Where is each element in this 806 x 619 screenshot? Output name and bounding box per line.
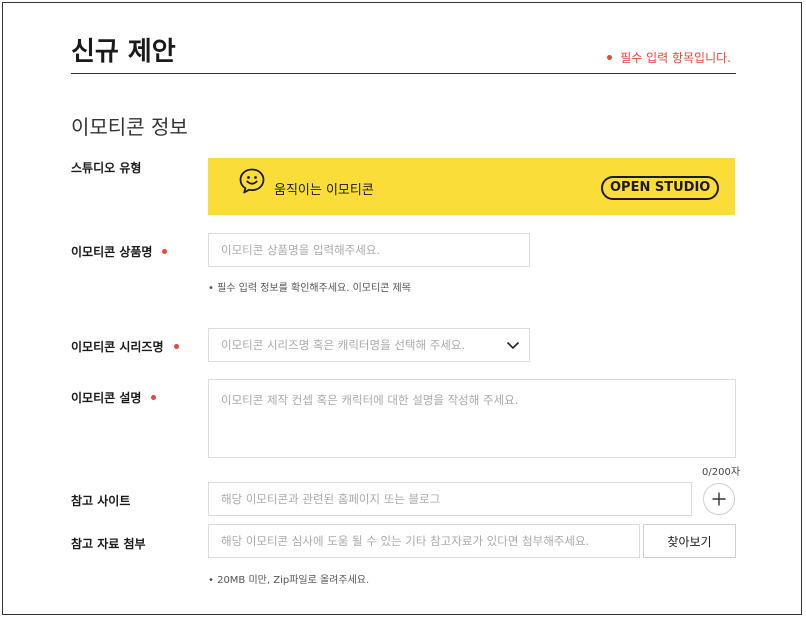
add-site-button[interactable] <box>703 483 735 515</box>
description-textarea[interactable]: 이모티콘 제작 컨셉 혹은 캐릭터에 대한 설명을 작성해 주세요. <box>208 379 736 458</box>
page-title: 신규 제안 <box>71 37 176 67</box>
reference-site-label-text: 참고 사이트 <box>71 494 131 508</box>
studio-type-label: 스튜디오 유형 <box>71 159 141 176</box>
series-name-placeholder: 이모티콘 시리즈명 혹은 캐릭터명을 선택해 주세요. <box>221 338 466 352</box>
smile-speech-icon <box>239 168 265 194</box>
description-placeholder: 이모티콘 제작 컨셉 혹은 캐릭터에 대한 설명을 작성해 주세요. <box>221 393 519 407</box>
attachment-input[interactable]: 해당 이모티콘 심사에 도움 될 수 있는 기타 참고자료가 있다면 첨부해주세… <box>208 524 640 558</box>
description-char-counter: 0/200자 <box>702 467 741 478</box>
studio-type-label-text: 스튜디오 유형 <box>71 161 142 175</box>
series-name-select[interactable]: 이모티콘 시리즈명 혹은 캐릭터명을 선택해 주세요. <box>208 328 530 362</box>
studio-type-option-label: 움직이는 이모티콘 <box>274 183 374 198</box>
required-note: 필수 입력 항목입니다. <box>607 49 731 66</box>
required-dot-icon <box>162 249 168 254</box>
open-studio-badge: OPEN STUDIO <box>601 176 720 200</box>
product-name-label: 이모티콘 상품명 <box>71 243 168 260</box>
attachment-label-text: 참고 자료 첨부 <box>71 537 146 551</box>
product-name-input[interactable]: 이모티콘 상품명을 입력해주세요. <box>208 233 530 267</box>
series-name-label-text: 이모티콘 시리즈명 <box>71 340 164 354</box>
required-dot-icon <box>173 344 179 349</box>
reference-site-placeholder: 해당 이모티콘과 관련된 홈페이지 또는 블로그 <box>221 492 441 506</box>
plus-icon <box>712 492 726 506</box>
reference-site-input[interactable]: 해당 이모티콘과 관련된 홈페이지 또는 블로그 <box>208 482 692 516</box>
series-name-label: 이모티콘 시리즈명 <box>71 338 179 355</box>
studio-type-option[interactable]: 움직이는 이모티콘 OPEN STUDIO <box>208 158 735 215</box>
attachment-helper: • 20MB 미만, Zip파일로 올려주세요. <box>208 575 370 586</box>
title-divider <box>71 73 736 74</box>
reference-site-label: 참고 사이트 <box>71 492 130 509</box>
product-name-helper: • 필수 입력 정보를 확인해주세요. 이모티콘 제목 <box>208 283 411 294</box>
page-frame: 신규 제안 필수 입력 항목입니다. 이모티콘 정보 스튜디오 유형 움직이는 … <box>2 2 802 615</box>
required-dot-icon <box>607 55 613 60</box>
attachment-placeholder: 해당 이모티콘 심사에 도움 될 수 있는 기타 참고자료가 있다면 첨부해주세… <box>221 534 590 548</box>
section-title: 이모티콘 정보 <box>71 115 188 139</box>
description-label: 이모티콘 설명 <box>71 389 157 406</box>
chevron-down-icon <box>506 341 520 350</box>
description-label-text: 이모티콘 설명 <box>71 391 142 405</box>
attachment-label: 참고 자료 첨부 <box>71 535 146 552</box>
browse-button[interactable]: 찾아보기 <box>643 524 736 558</box>
product-name-placeholder: 이모티콘 상품명을 입력해주세요. <box>221 243 381 257</box>
product-name-label-text: 이모티콘 상품명 <box>71 245 153 259</box>
required-dot-icon <box>151 395 157 400</box>
required-note-text: 필수 입력 항목입니다. <box>620 51 731 65</box>
